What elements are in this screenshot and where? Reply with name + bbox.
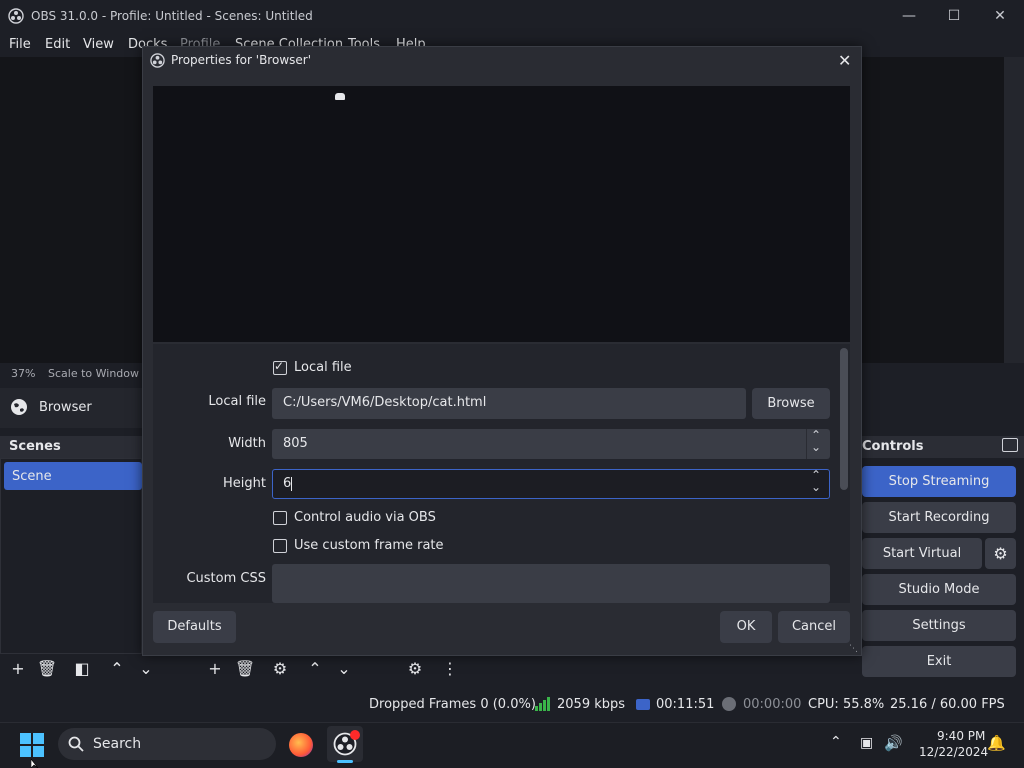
firefox-icon[interactable] [289,733,313,757]
custom-frame-rate-checkbox[interactable] [273,539,287,553]
record-time: 00:00:00 [743,697,802,712]
scene-item-label: Scene [12,469,52,484]
search-placeholder: Search [93,736,142,752]
height-label: Height [223,476,266,491]
custom-css-textarea[interactable] [272,564,830,603]
control-audio-label: Control audio via OBS [294,510,436,525]
local-file-label: Local file [208,394,266,409]
custom-frame-rate-label: Use custom frame rate [294,538,444,553]
cat-image [335,93,345,100]
dropped-frames: Dropped Frames 0 (0.0%) [369,697,536,712]
window-title: OBS 31.0.0 - Profile: Untitled - Scenes:… [31,9,313,23]
fps: 25.16 / 60.00 FPS [890,697,1005,712]
stream-icon [636,699,650,710]
width-decrement-icon[interactable]: ⌄ [811,440,821,454]
ok-button[interactable]: OK [720,611,772,643]
move-down-icon[interactable]: ⌄ [134,657,158,681]
start-recording-button[interactable]: Start Recording [862,502,1016,533]
height-value: 6 [283,476,292,491]
search-icon [68,736,84,752]
spinner-divider [806,429,807,459]
network-icon[interactable]: ▣ [860,735,873,751]
recording-badge-icon [350,730,360,740]
control-audio-checkbox[interactable] [273,511,287,525]
virtual-camera-settings-icon[interactable]: ⚙ [985,538,1016,569]
zoom-level: 37% [11,367,36,380]
width-label: Width [228,436,266,451]
active-indicator [337,760,353,763]
defaults-button[interactable]: Defaults [153,611,236,643]
mouse-cursor-icon [31,759,39,768]
browse-button[interactable]: Browse [752,388,830,419]
speaker-icon[interactable]: 🔊 [884,734,903,752]
close-window-button[interactable]: ✕ [989,6,1011,26]
studio-mode-button[interactable]: Studio Mode [862,574,1016,605]
scenes-title: Scenes [9,439,61,454]
settings-button[interactable]: Settings [862,610,1016,641]
form-scrollbar[interactable] [840,348,848,490]
height-input[interactable]: 6 [272,469,830,499]
title-bar: OBS 31.0.0 - Profile: Untitled - Scenes:… [0,0,1024,33]
undock-icon[interactable] [1002,438,1018,452]
clock-date: 12/22/2024 [919,745,989,759]
obs-logo-icon [8,8,24,24]
menu-view[interactable]: View [83,37,114,52]
controls-title: Controls [862,439,924,454]
height-decrement-icon[interactable]: ⌄ [811,480,821,494]
width-input[interactable]: 805 [272,429,830,459]
globe-icon [11,399,27,415]
source-up-icon[interactable]: ⌃ [303,657,327,681]
source-properties-icon[interactable]: ⚙ [268,657,292,681]
audio-settings-icon[interactable]: ⚙ [403,657,427,681]
move-up-icon[interactable]: ⌃ [105,657,129,681]
dialog-close-icon[interactable]: ✕ [838,51,851,70]
notification-bell-icon[interactable]: 🔔 [987,734,1006,752]
dialog-title: Properties for 'Browser' [171,53,311,67]
preview-scrollbar[interactable] [1004,57,1024,363]
record-icon [722,697,736,711]
source-down-icon[interactable]: ⌄ [332,657,356,681]
source-preview [153,86,850,342]
custom-css-label: Custom CSS [186,571,266,586]
menu-edit[interactable]: Edit [45,37,70,52]
text-cursor [291,476,293,491]
cpu-usage: CPU: 55.8% [808,697,885,712]
resize-grip-icon[interactable]: ⋱ [849,644,858,654]
signal-bars-icon [535,697,550,711]
taskbar-search[interactable] [58,728,276,760]
exit-button[interactable]: Exit [862,646,1016,677]
obs-dialog-icon [150,53,165,68]
local-file-input[interactable]: C:/Users/VM6/Desktop/cat.html [272,388,746,419]
source-name: Browser [39,400,92,415]
add-source-icon[interactable]: + [203,657,227,681]
cancel-button[interactable]: Cancel [778,611,850,643]
remove-source-icon[interactable]: 🗑 [233,657,257,681]
chevron-up-icon[interactable]: ⌃ [830,734,842,750]
local-file-checkbox-label: Local file [294,360,352,375]
menu-file[interactable]: File [9,37,31,52]
scene-filters-icon[interactable]: ◧ [70,657,94,681]
stop-streaming-button[interactable]: Stop Streaming [862,466,1016,497]
add-scene-icon[interactable]: + [6,657,30,681]
virtual-camera-button[interactable]: Start Virtual Camera [862,538,982,592]
minimize-button[interactable]: — [898,6,920,26]
clock-time: 9:40 PM [937,729,986,743]
checkmark-icon: ✓ [274,359,285,373]
stream-time: 00:11:51 [656,697,715,712]
audio-menu-icon[interactable]: ⋮ [438,657,462,681]
remove-scene-icon[interactable]: 🗑 [35,657,59,681]
scale-mode[interactable]: Scale to Window [48,367,139,380]
start-icon[interactable] [20,733,44,757]
maximize-button[interactable]: ☐ [943,6,965,26]
bitrate: 2059 kbps [557,697,626,712]
